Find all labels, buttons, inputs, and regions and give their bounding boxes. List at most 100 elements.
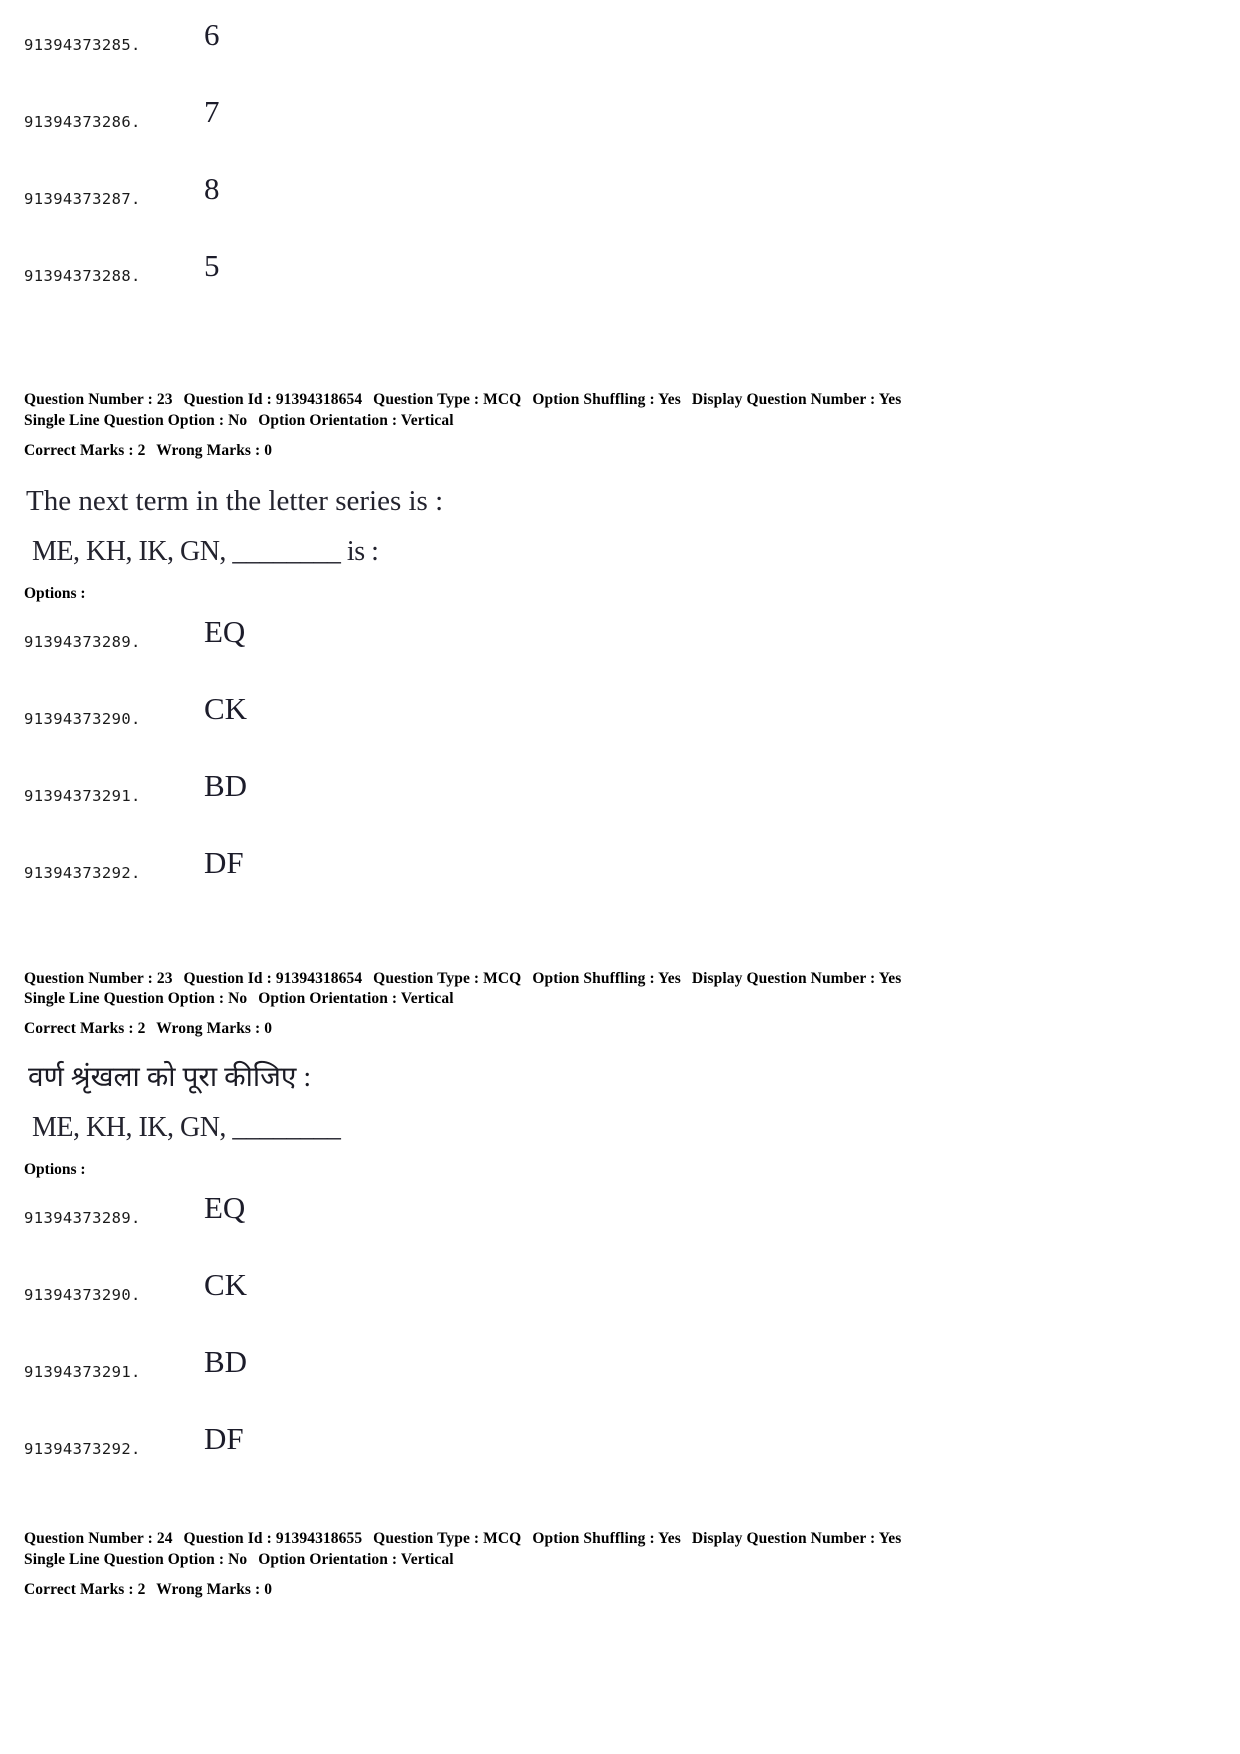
question-block-hindi: Question Number : 23 Question Id : 91394… [0,969,1240,1460]
option-orientation-label: Option Orientation : [258,990,398,1008]
correct-marks-value: 2 [137,1580,146,1598]
question-number-value: 24 [156,1530,173,1548]
option-text: 5 [204,248,220,283]
question-metadata: Question Number : 24 Question Id : 91394… [0,1529,1240,1600]
question-type-value: MCQ [483,1530,522,1548]
list-item[interactable]: 91394373289. EQ [0,616,1240,652]
option-text: 7 [204,94,220,129]
options-label: Options : [24,1161,86,1179]
display-question-number-label: Display Question Number : [691,391,876,408]
list-item[interactable]: 91394373288. 5 [0,250,1240,286]
display-question-number-label: Display Question Number : [691,969,876,987]
list-item[interactable]: 91394373292. DF [0,847,1240,883]
metadata-line-secondary: Single Line Question Option : No Option … [24,989,1220,1010]
question-type-label: Question Type : [373,969,480,987]
options-list-hindi: 91394373289. EQ 91394373290. CK 91394373… [0,1192,1240,1459]
question-number-value: 23 [156,391,173,408]
question-number-value: 23 [156,969,173,987]
single-line-option-label: Single Line Question Option : [24,990,225,1008]
option-shuffling-value: Yes [658,1530,681,1548]
option-shuffling-value: Yes [658,969,681,987]
single-line-option-value: No [228,990,248,1008]
question-id-value: 91394318655 [275,1530,363,1548]
option-shuffling-label: Option Shuffling : [532,969,655,987]
question-id-value: 91394318654 [275,391,363,408]
question-paper-page: 91394373285. 6 91394373286. 7 9139437328… [0,0,1240,1754]
metadata-line-marks: Correct Marks : 2 Wrong Marks : 0 [24,441,1220,462]
option-orientation-value: Vertical [400,411,454,429]
option-id: 91394373289. [24,1209,141,1228]
metadata-line-secondary: Single Line Question Option : No Option … [24,1550,1220,1571]
option-id: 91394373285. [24,36,141,54]
option-orientation-label: Option Orientation : [258,411,398,429]
question-id-label: Question Id : [183,969,272,987]
question-id-value: 91394318654 [275,969,363,987]
option-text: CK [204,1267,248,1303]
option-id: 91394373291. [24,786,141,805]
option-id: 91394373289. [24,632,141,651]
option-text: DF [204,1421,244,1457]
question-metadata: Question Number : 23 Question Id : 91394… [0,390,1240,461]
metadata-line-primary: Question Number : 23 Question Id : 91394… [24,969,1220,990]
option-id: 91394373291. [24,1363,141,1382]
question-type-value: MCQ [483,969,522,987]
wrong-marks-label: Wrong Marks : [156,1020,261,1038]
list-item[interactable]: 91394373287. 8 [0,173,1240,209]
wrong-marks-value: 0 [264,441,273,459]
option-text: CK [204,690,248,726]
metadata-line-secondary: Single Line Question Option : No Option … [24,411,1220,432]
correct-marks-value: 2 [137,441,146,459]
list-item[interactable]: 91394373290. CK [0,1269,1240,1305]
option-id: 91394373287. [24,190,141,208]
correct-marks-label: Correct Marks : [24,441,134,459]
question-stem-line1: The next term in the letter series is : [26,485,444,518]
question-type-label: Question Type : [373,1530,480,1548]
question-block-english: Question Number : 23 Question Id : 91394… [0,390,1240,883]
list-item[interactable]: 91394373291. BD [0,770,1240,806]
option-orientation-label: Option Orientation : [258,1551,398,1568]
list-item[interactable]: 91394373289. EQ [0,1192,1240,1228]
metadata-line-marks: Correct Marks : 2 Wrong Marks : 0 [24,1019,1220,1040]
option-id: 91394373292. [24,1440,141,1459]
correct-marks-label: Correct Marks : [24,1020,134,1038]
option-id: 91394373286. [24,113,141,131]
option-text: EQ [204,1190,246,1226]
option-text: BD [204,767,248,803]
display-question-number-value: Yes [878,969,902,987]
wrong-marks-value: 0 [264,1580,273,1598]
question-stem-line2-hindi: ME, KH, IK, GN, ________ [32,1112,341,1144]
question-id-label: Question Id : [183,391,272,408]
wrong-marks-label: Wrong Marks : [156,441,261,459]
metadata-line-marks: Correct Marks : 2 Wrong Marks : 0 [24,1580,1220,1601]
option-id: 91394373290. [24,1286,141,1305]
option-id: 91394373288. [24,267,141,285]
option-shuffling-label: Option Shuffling : [532,1530,655,1548]
list-item[interactable]: 91394373285. 6 [0,19,1240,55]
display-question-number-value: Yes [878,391,902,408]
option-shuffling-value: Yes [658,391,681,408]
single-line-option-label: Single Line Question Option : [24,1551,225,1568]
single-line-option-value: No [228,411,248,429]
list-item[interactable]: 91394373291. BD [0,1346,1240,1382]
wrong-marks-label: Wrong Marks : [156,1580,261,1598]
options-list-english: 91394373289. EQ 91394373290. CK 91394373… [0,616,1240,883]
correct-marks-value: 2 [137,1020,146,1038]
list-item[interactable]: 91394373290. CK [0,693,1240,729]
question-metadata: Question Number : 23 Question Id : 91394… [0,969,1240,1040]
option-id: 91394373290. [24,709,141,728]
wrong-marks-value: 0 [264,1020,273,1038]
option-id: 91394373292. [24,863,141,882]
question-stem-line2: ME, KH, IK, GN, ________ is : [32,535,379,567]
question-stem-line1-hindi: वर्ण श्रृंखला को पूरा कीजिए : [28,1061,312,1093]
option-text: 8 [204,171,220,206]
question-number-label: Question Number : [24,391,153,408]
option-shuffling-label: Option Shuffling : [532,391,655,408]
list-item[interactable]: 91394373286. 7 [0,96,1240,132]
question-number-label: Question Number : [24,969,153,987]
list-item[interactable]: 91394373292. DF [0,1423,1240,1459]
option-text: DF [204,844,244,880]
question-block-next: Question Number : 24 Question Id : 91394… [0,1529,1240,1600]
